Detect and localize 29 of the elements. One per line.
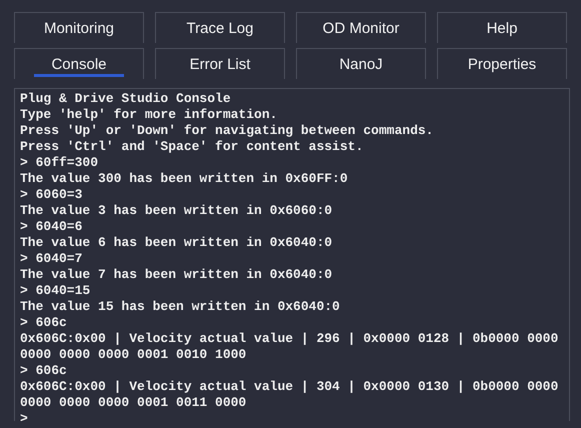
tab[interactable]: NanoJ — [296, 48, 426, 79]
console-line: Plug & Drive Studio Console — [20, 91, 232, 107]
console-line: 0000 0000 0000 0001 0010 1000 — [20, 347, 248, 363]
console-line: > 6060=3 — [20, 187, 84, 203]
console-line: The value 7 has been written in 0x6040:0 — [20, 267, 334, 283]
tab[interactable]: Monitoring — [14, 12, 144, 43]
tab[interactable]: Help — [437, 12, 567, 43]
console-line: 0x606C:0x00 | Velocity actual value | 304 | 0x0000 0130 | 0b0000 0000 — [20, 379, 560, 395]
console-line: The value 6 has been written in 0x6040:0 — [20, 235, 334, 251]
console-line: Type 'help' for more information. — [20, 107, 278, 123]
console-line: > 606c — [20, 315, 68, 331]
console-line: > — [20, 411, 29, 421]
tab[interactable]: Error List — [155, 48, 285, 79]
console-line: 0x606C:0x00 | Velocity actual value | 296 | 0x0000 0128 | 0b0000 0000 — [20, 331, 560, 347]
console-line: > 6040=6 — [20, 219, 84, 235]
console-line: Press 'Ctrl' and 'Space' for content assist. — [20, 139, 364, 155]
console-line: > 6040=7 — [20, 251, 84, 267]
console-line: The value 3 has been written in 0x6060:0 — [20, 203, 334, 219]
console-line: > 606c — [20, 363, 68, 379]
tab[interactable]: Console — [14, 48, 144, 79]
console-line: The value 300 has been written in 0x60FF:0 — [20, 171, 349, 187]
console-line: 0000 0000 0000 0001 0011 0000 — [20, 395, 248, 411]
console-line: > 60ff=300 — [20, 155, 100, 171]
console-line: > 6040=15 — [20, 283, 92, 299]
tab[interactable]: Trace Log — [155, 12, 285, 43]
tab[interactable]: Properties — [437, 48, 567, 79]
tab[interactable]: OD Monitor — [296, 12, 426, 43]
console-line: Press 'Up' or 'Down' for navigating between commands. — [20, 123, 434, 139]
console-line: The value 15 has been written in 0x6040:0 — [20, 299, 341, 315]
